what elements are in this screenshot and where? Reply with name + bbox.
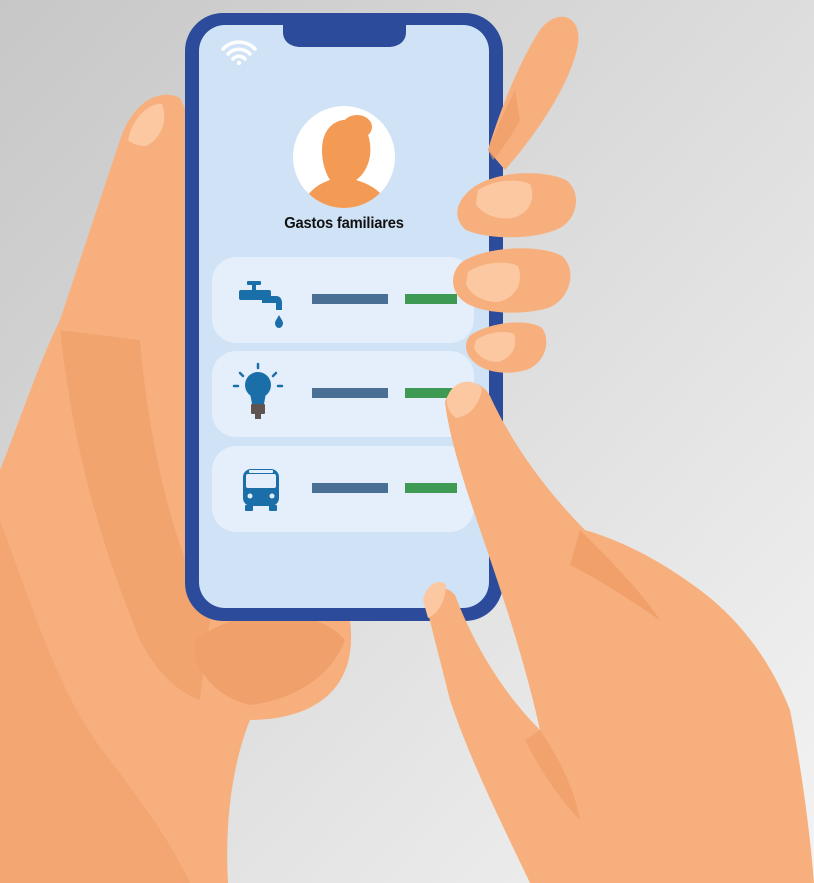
scene-svg [0,0,814,883]
expense-label-bar [312,483,388,493]
phone-notch [283,25,406,47]
expense-value-bar [405,294,457,304]
bus-icon [243,469,279,511]
expense-label-bar [312,388,388,398]
page-title: Gastos familiares [284,215,404,232]
expense-label-bar [312,294,388,304]
illustration-scene: Gastos familiares [0,0,814,883]
expense-value-bar [405,483,457,493]
